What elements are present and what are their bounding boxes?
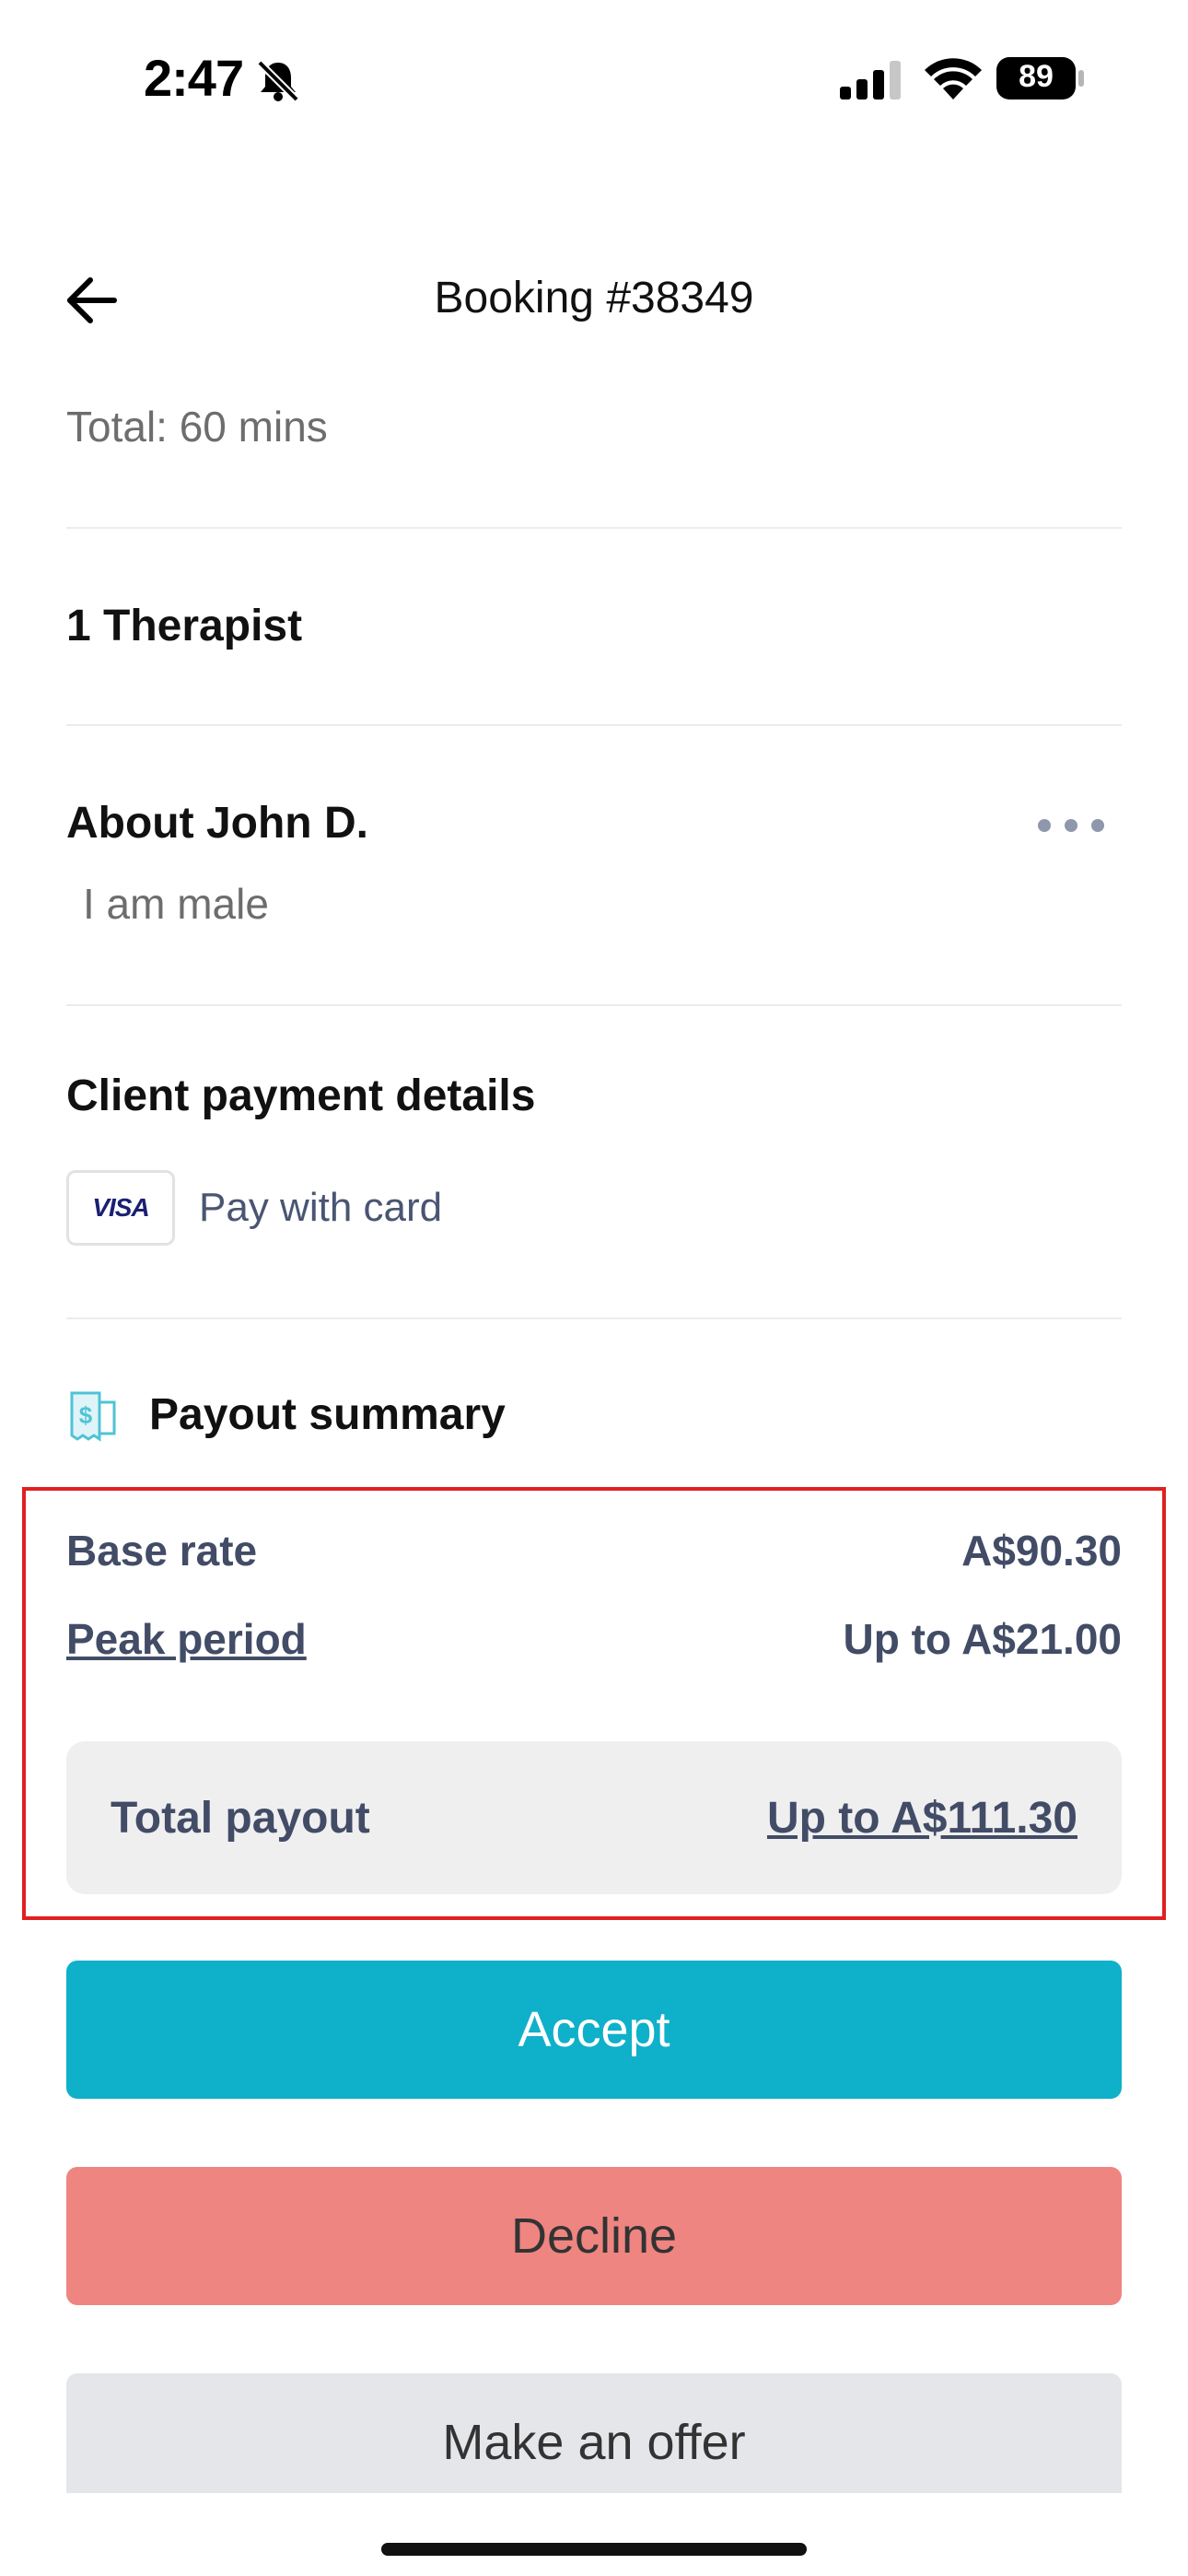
decline-button[interactable]: Decline: [66, 2167, 1122, 2305]
base-rate-value: A$90.30: [961, 1527, 1122, 1575]
total-payout-label: Total payout: [111, 1794, 370, 1843]
make-offer-button[interactable]: Make an offer: [66, 2373, 1122, 2493]
battery-level: 89: [1019, 59, 1054, 94]
back-arrow-icon[interactable]: [64, 273, 120, 328]
divider: [66, 527, 1122, 529]
payment-method-label: Pay with card: [199, 1185, 443, 1230]
client-payment-title: Client payment details: [66, 1071, 536, 1120]
payout-summary-title: Payout summary: [149, 1390, 506, 1439]
svg-text:$: $: [79, 1401, 93, 1429]
divider: [66, 1317, 1122, 1319]
total-payout-box: Total payout Up to A$111.30: [66, 1741, 1122, 1894]
visa-card-badge: VISA: [66, 1170, 175, 1246]
cellular-signal-icon: [840, 61, 901, 100]
silent-bell-icon: [257, 60, 299, 102]
about-client-title: About John D.: [66, 799, 368, 848]
total-duration: Total: 60 mins: [66, 403, 328, 451]
more-options-icon[interactable]: [1035, 809, 1107, 842]
status-time: 2:47: [144, 49, 244, 107]
peak-period-link[interactable]: Peak period: [66, 1614, 307, 1664]
visa-logo: VISA: [92, 1193, 149, 1222]
about-client-text: I am male: [83, 880, 269, 928]
peak-period-value: Up to A$21.00: [843, 1615, 1122, 1663]
therapist-count: 1 Therapist: [66, 602, 303, 650]
accept-button[interactable]: Accept: [66, 1961, 1122, 2099]
wifi-icon: [925, 58, 982, 100]
battery-indicator: 89: [996, 55, 1085, 101]
divider: [66, 724, 1122, 726]
receipt-dollar-icon: $: [70, 1391, 116, 1442]
divider: [66, 1004, 1122, 1006]
home-indicator: [381, 2543, 807, 2556]
page-title: Booking #38349: [434, 274, 754, 322]
base-rate-label: Base rate: [66, 1527, 258, 1575]
total-payout-value[interactable]: Up to A$111.30: [767, 1793, 1077, 1844]
